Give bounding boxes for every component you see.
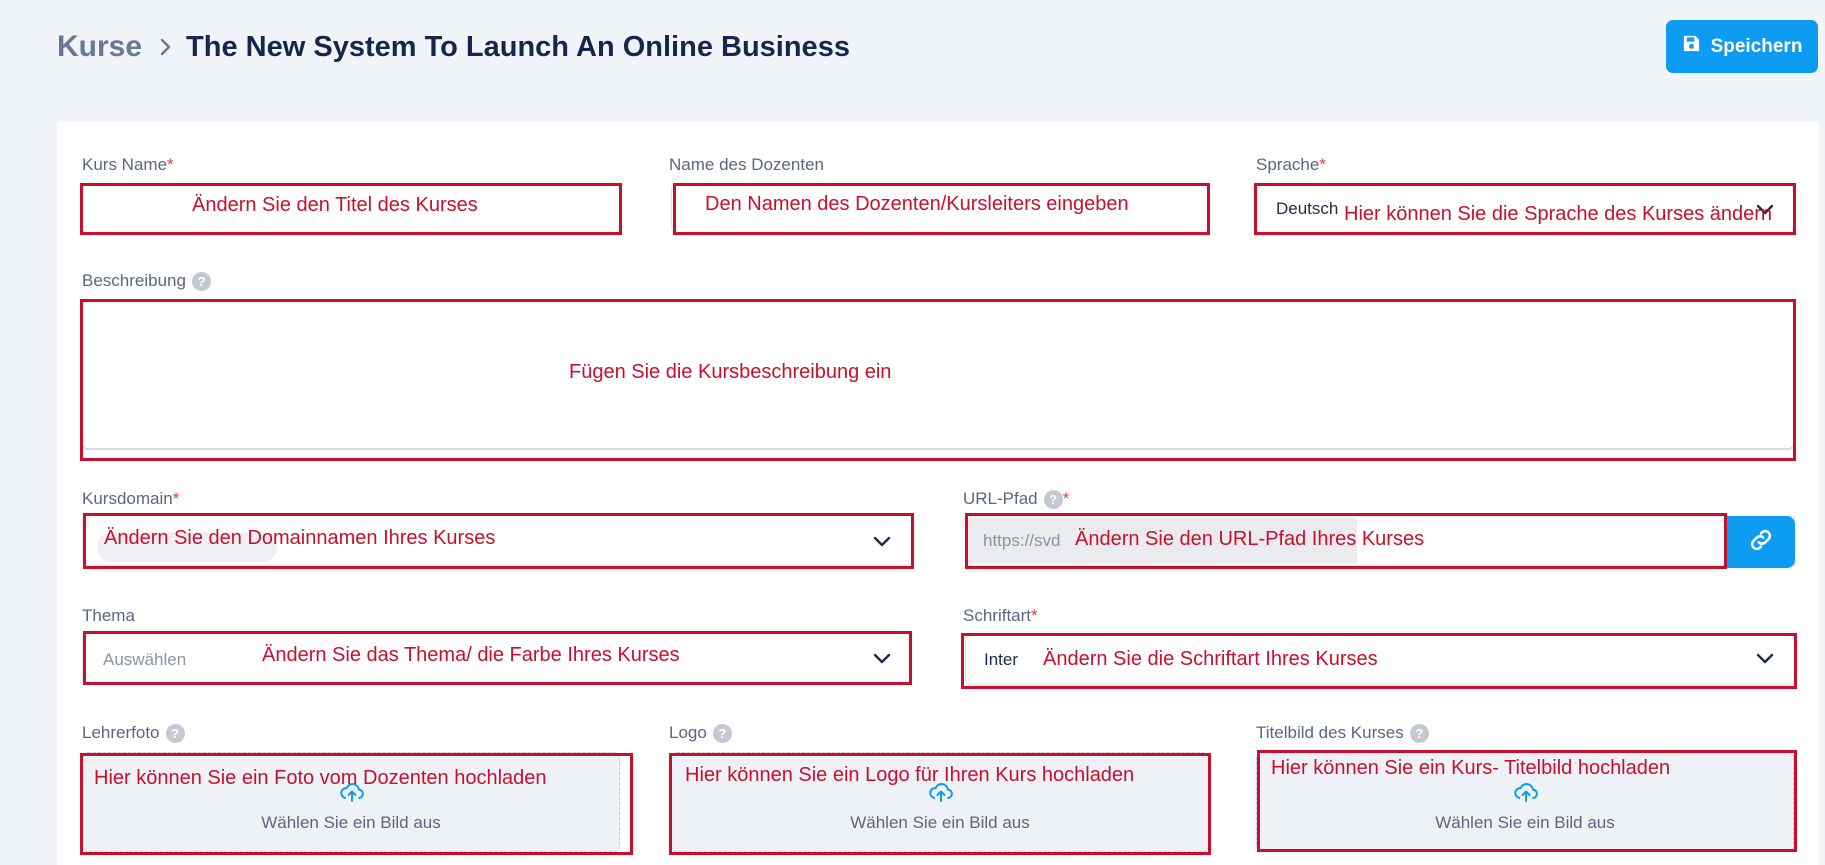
font-annotation: Ändern Sie die Schriftart Ihres Kurses	[1043, 648, 1378, 670]
instructor-annotation: Den Namen des Dozenten/Kursleiters einge…	[705, 193, 1129, 215]
link-icon	[1747, 526, 1775, 559]
save-button[interactable]: Speichern	[1666, 20, 1818, 73]
breadcrumb: Kurse The New System To Launch An Online…	[57, 28, 850, 66]
upload-hint: Wählen Sie ein Bild aus	[850, 813, 1030, 832]
cover-image-label: Titelbild des Kurses ?	[1256, 723, 1429, 743]
instructor-label: Name des Dozenten	[669, 155, 824, 175]
course-settings-card: Kurs Name * Ändern Sie den Titel des Kurs…	[57, 122, 1819, 865]
help-icon[interactable]: ?	[165, 723, 185, 743]
language-value: Deutsch	[1276, 199, 1339, 218]
required-mark: *	[1062, 489, 1070, 508]
url-path-label-text: URL-Pfad	[963, 489, 1038, 508]
language-label-text: Sprache	[1256, 155, 1320, 174]
chevron-down-icon	[873, 536, 891, 547]
copy-link-button[interactable]	[1727, 516, 1795, 568]
required-mark: *	[1031, 606, 1038, 625]
breadcrumb-root-link[interactable]: Kurse	[57, 30, 142, 64]
required-mark: *	[1319, 155, 1326, 174]
description-editor[interactable]	[82, 300, 1794, 450]
theme-annotation: Ändern Sie das Thema/ die Farbe Ihres Ku…	[262, 644, 680, 666]
required-mark: *	[172, 489, 180, 508]
help-icon[interactable]: ?	[1409, 723, 1429, 743]
logo-annotation: Hier können Sie ein Logo für Ihren Kurs …	[685, 764, 1135, 786]
logo-label-text: Logo	[669, 723, 707, 742]
help-icon[interactable]: ?	[191, 271, 211, 291]
help-icon[interactable]: ?	[712, 723, 732, 743]
cover-image-label-text: Titelbild des Kurses	[1256, 723, 1404, 742]
url-path-label: URL-Pfad ? *	[963, 489, 1069, 509]
course-name-annotation: Ändern Sie den Titel des Kurses	[192, 194, 478, 216]
language-annotation: Hier können Sie die Sprache des Kurses ä…	[1344, 203, 1773, 225]
page-title: The New System To Launch An Online Busin…	[186, 30, 850, 63]
teacher-photo-annotation: Hier können Sie ein Foto vom Dozenten ho…	[94, 767, 547, 789]
domain-label-text: Kursdomain	[82, 489, 173, 508]
theme-label: Thema	[82, 606, 135, 626]
domain-annotation: Ändern Sie den Domainnamen Ihres Kurses	[104, 527, 496, 549]
description-annotation: Fügen Sie die Kursbeschreibung ein	[569, 361, 892, 383]
language-label: Sprache *	[1256, 155, 1326, 175]
help-icon[interactable]: ?	[1043, 489, 1063, 509]
save-button-label: Speichern	[1710, 35, 1803, 57]
save-icon	[1682, 34, 1701, 59]
teacher-photo-label: Lehrerfoto ?	[82, 723, 185, 743]
required-mark: *	[167, 155, 174, 174]
font-label-text: Schriftart	[963, 606, 1032, 625]
theme-placeholder: Auswählen	[103, 650, 187, 669]
font-label: Schriftart *	[963, 606, 1038, 626]
chevron-right-icon	[156, 28, 176, 66]
url-prefix-text: https://svd	[983, 531, 1061, 550]
course-name-label: Kurs Name *	[82, 155, 174, 175]
url-path-annotation: Ändern Sie den URL-Pfad Ihres Kurses	[1075, 528, 1425, 550]
course-name-label-text: Kurs Name	[82, 155, 168, 174]
description-label: Beschreibung ?	[82, 271, 211, 291]
upload-hint: Wählen Sie ein Bild aus	[261, 813, 441, 832]
description-label-text: Beschreibung	[82, 271, 186, 290]
cover-image-annotation: Hier können Sie ein Kurs- Titelbild hoch…	[1271, 757, 1671, 779]
chevron-down-icon	[1756, 653, 1774, 664]
cloud-upload-icon	[1514, 783, 1538, 802]
teacher-photo-label-text: Lehrerfoto	[82, 723, 160, 742]
instructor-label-text: Name des Dozenten	[669, 155, 824, 174]
font-value: Inter	[984, 650, 1019, 669]
domain-label: Kursdomain *	[82, 489, 179, 509]
upload-hint: Wählen Sie ein Bild aus	[1435, 813, 1615, 832]
logo-label: Logo ?	[669, 723, 732, 743]
theme-label-text: Thema	[82, 606, 135, 625]
chevron-down-icon	[873, 653, 891, 664]
